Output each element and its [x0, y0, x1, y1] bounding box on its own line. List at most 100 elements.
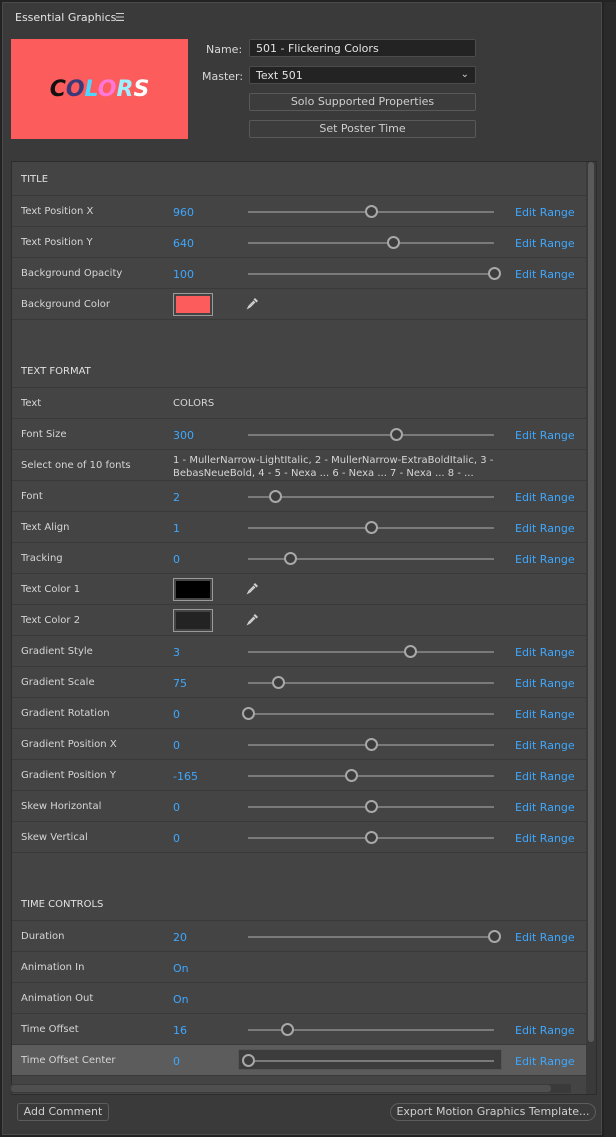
property-row-font-size[interactable]: Font Size 300 Edit Range: [12, 419, 586, 450]
property-slider[interactable]: [248, 552, 494, 565]
property-row-text-position-y[interactable]: Text Position Y 640 Edit Range: [12, 227, 586, 258]
property-row-skew-vertical[interactable]: Skew Vertical 0 Edit Range: [12, 822, 586, 853]
hamburger-menu-icon[interactable]: ☰: [115, 11, 125, 24]
color-swatch[interactable]: [173, 609, 213, 632]
property-value[interactable]: 0: [173, 708, 180, 721]
property-value[interactable]: 300: [173, 429, 194, 442]
slider-knob[interactable]: [242, 1054, 255, 1067]
text-value[interactable]: COLORS: [173, 398, 214, 409]
horizontal-scroll-thumb[interactable]: [11, 1085, 551, 1092]
property-value[interactable]: 20: [173, 931, 187, 944]
property-row-gradient-position-x[interactable]: Gradient Position X 0 Edit Range: [12, 729, 586, 760]
vertical-scrollbar[interactable]: [586, 162, 596, 1094]
property-row-time-offset[interactable]: Time Offset 16 Edit Range: [12, 1014, 586, 1045]
slider-knob[interactable]: [365, 205, 378, 218]
property-value[interactable]: 75: [173, 677, 187, 690]
property-slider[interactable]: [248, 205, 494, 218]
edit-range-link[interactable]: Edit Range: [515, 708, 575, 721]
eyedropper-icon[interactable]: [246, 612, 260, 626]
vertical-scroll-thumb[interactable]: [588, 162, 594, 1042]
property-slider[interactable]: [248, 769, 494, 782]
property-row-duration[interactable]: Duration 20 Edit Range: [12, 921, 586, 952]
slider-knob[interactable]: [272, 676, 285, 689]
property-row-tracking[interactable]: Tracking 0 Edit Range: [12, 543, 586, 574]
property-value[interactable]: 16: [173, 1024, 187, 1037]
color-swatch[interactable]: [173, 293, 213, 316]
edit-range-link[interactable]: Edit Range: [515, 206, 575, 219]
slider-knob[interactable]: [269, 490, 282, 503]
property-value[interactable]: 960: [173, 206, 194, 219]
slider-knob[interactable]: [365, 521, 378, 534]
slider-knob[interactable]: [390, 428, 403, 441]
property-row-text-color-2[interactable]: Text Color 2: [12, 605, 586, 636]
property-row-time-offset-center[interactable]: Time Offset Center 0 Edit Range: [12, 1045, 586, 1076]
property-row-gradient-style[interactable]: Gradient Style 3 Edit Range: [12, 636, 586, 667]
add-comment-button[interactable]: Add Comment: [17, 1103, 109, 1121]
property-slider[interactable]: [248, 521, 494, 534]
property-slider[interactable]: [248, 490, 494, 503]
eyedropper-icon[interactable]: [246, 296, 260, 310]
edit-range-link[interactable]: Edit Range: [515, 677, 575, 690]
property-slider[interactable]: [248, 676, 494, 689]
property-row-animation-out[interactable]: Animation Out On: [12, 983, 586, 1014]
slider-knob[interactable]: [387, 236, 400, 249]
edit-range-link[interactable]: Edit Range: [515, 268, 575, 281]
edit-range-link[interactable]: Edit Range: [515, 770, 575, 783]
toggle-value[interactable]: On: [173, 962, 189, 975]
edit-range-link[interactable]: Edit Range: [515, 553, 575, 566]
property-value[interactable]: 100: [173, 268, 194, 281]
property-row-gradient-rotation[interactable]: Gradient Rotation 0 Edit Range: [12, 698, 586, 729]
property-row-text-align[interactable]: Text Align 1 Edit Range: [12, 512, 586, 543]
property-value[interactable]: 2: [173, 491, 180, 504]
property-slider[interactable]: [248, 428, 494, 441]
name-field[interactable]: 501 - Flickering Colors: [249, 39, 476, 57]
property-value[interactable]: 0: [173, 832, 180, 845]
edit-range-link[interactable]: Edit Range: [515, 931, 575, 944]
property-value[interactable]: 3: [173, 646, 180, 659]
property-row-text[interactable]: Text COLORS: [12, 388, 586, 419]
edit-range-link[interactable]: Edit Range: [515, 801, 575, 814]
slider-knob[interactable]: [281, 1023, 294, 1036]
property-value[interactable]: 0: [173, 1055, 180, 1068]
property-slider[interactable]: [248, 800, 494, 813]
property-row-background-color[interactable]: Background Color: [12, 289, 586, 320]
eyedropper-icon[interactable]: [246, 581, 260, 595]
property-slider[interactable]: [248, 831, 494, 844]
property-slider[interactable]: [248, 645, 494, 658]
edit-range-link[interactable]: Edit Range: [515, 522, 575, 535]
property-slider[interactable]: [248, 267, 501, 280]
edit-range-link[interactable]: Edit Range: [515, 429, 575, 442]
property-row-gradient-scale[interactable]: Gradient Scale 75 Edit Range: [12, 667, 586, 698]
property-slider[interactable]: [248, 236, 494, 249]
edit-range-link[interactable]: Edit Range: [515, 739, 575, 752]
property-slider[interactable]: [242, 707, 494, 720]
property-row-text-position-x[interactable]: Text Position X 960 Edit Range: [12, 196, 586, 227]
property-row-text-color-1[interactable]: Text Color 1: [12, 574, 586, 605]
property-value[interactable]: 0: [173, 739, 180, 752]
property-value[interactable]: 0: [173, 801, 180, 814]
slider-knob[interactable]: [365, 800, 378, 813]
slider-knob[interactable]: [242, 707, 255, 720]
toggle-value[interactable]: On: [173, 993, 189, 1006]
horizontal-scrollbar[interactable]: [11, 1084, 571, 1093]
property-row-background-opacity[interactable]: Background Opacity 100 Edit Range: [12, 258, 586, 289]
property-row-select-one-of-10-fonts[interactable]: Select one of 10 fonts 1 - MullerNarrow-L…: [12, 450, 586, 481]
property-slider[interactable]: [242, 1054, 494, 1067]
master-dropdown[interactable]: Text 501 ⌄: [249, 66, 476, 84]
slider-knob[interactable]: [488, 267, 501, 280]
slider-knob[interactable]: [284, 552, 297, 565]
property-row-font[interactable]: Font 2 Edit Range: [12, 481, 586, 512]
edit-range-link[interactable]: Edit Range: [515, 832, 575, 845]
slider-knob[interactable]: [365, 831, 378, 844]
slider-knob[interactable]: [488, 930, 501, 943]
property-row-animation-in[interactable]: Animation In On: [12, 952, 586, 983]
edit-range-link[interactable]: Edit Range: [515, 646, 575, 659]
property-slider[interactable]: [248, 1023, 494, 1036]
property-value[interactable]: -165: [173, 770, 198, 783]
property-slider[interactable]: [248, 930, 501, 943]
export-template-button[interactable]: Export Motion Graphics Template...: [390, 1103, 596, 1121]
property-row-skew-horizontal[interactable]: Skew Horizontal 0 Edit Range: [12, 791, 586, 822]
color-swatch[interactable]: [173, 578, 213, 601]
edit-range-link[interactable]: Edit Range: [515, 1055, 575, 1068]
slider-knob[interactable]: [404, 645, 417, 658]
